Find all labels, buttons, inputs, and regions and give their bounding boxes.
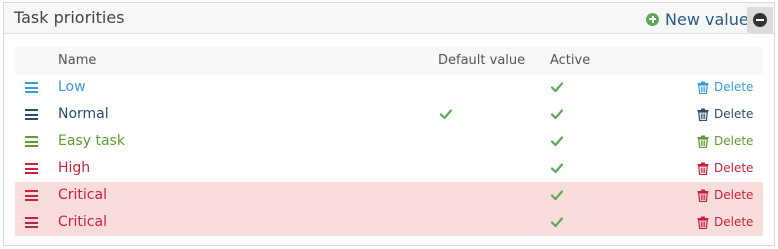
table-row: Critical Delete [15,182,763,209]
delete-label: Delete [714,107,754,121]
trash-icon [697,216,709,229]
table-row: Easy task Delete [15,128,763,155]
priority-name-link[interactable]: Normal [58,106,109,122]
priority-name-link[interactable]: Critical [58,214,107,230]
table-row: Critical Delete [15,209,763,236]
new-value-label: New value [665,9,749,29]
delete-label: Delete [714,215,754,229]
trash-icon [697,108,709,121]
collapse-button[interactable] [747,7,773,33]
column-header-active: Active [550,53,591,68]
delete-button[interactable]: Delete [697,188,753,202]
delete-label: Delete [714,161,754,175]
delete-button[interactable]: Delete [697,80,753,94]
trash-icon [697,81,709,94]
delete-button[interactable]: Delete [697,215,753,229]
check-icon [550,188,564,202]
panel-header: Task priorities New value [4,3,774,34]
priority-name-link[interactable]: High [58,160,90,176]
trash-icon [697,162,709,175]
new-value-button[interactable]: New value [646,8,749,30]
priority-name-link[interactable]: Critical [58,187,107,203]
priorities-table: Name Default value Active Low Delete Norma… [15,47,763,236]
priority-name-link[interactable]: Low [58,79,86,95]
trash-icon [697,135,709,148]
delete-label: Delete [714,134,754,148]
delete-label: Delete [714,188,754,202]
minus-circle-icon [753,13,767,27]
hamburger-icon[interactable] [25,190,38,201]
delete-label: Delete [714,80,754,94]
table-body: Low Delete Normal Delete Easy task Delete High… [15,74,763,236]
table-row: High Delete [15,155,763,182]
column-header-default-value: Default value [438,53,526,68]
check-icon [550,80,564,94]
hamburger-icon[interactable] [25,136,38,147]
column-header-name: Name [58,53,97,68]
check-icon [550,215,564,229]
trash-icon [697,189,709,202]
priority-name-link[interactable]: Easy task [58,133,125,149]
table-header: Name Default value Active [15,47,763,74]
check-icon [550,134,564,148]
hamburger-icon[interactable] [25,163,38,174]
check-icon [550,107,564,121]
table-row: Normal Delete [15,101,763,128]
task-priorities-panel: Task priorities New value Name Default v… [3,2,775,246]
delete-button[interactable]: Delete [697,107,753,121]
plus-circle-icon [646,12,659,26]
panel-title: Task priorities [14,8,125,27]
hamburger-icon[interactable] [25,109,38,120]
delete-button[interactable]: Delete [697,161,753,175]
delete-button[interactable]: Delete [697,134,753,148]
check-icon [439,107,453,121]
hamburger-icon[interactable] [25,82,38,93]
hamburger-icon[interactable] [25,217,38,228]
check-icon [550,161,564,175]
table-row: Low Delete [15,74,763,101]
